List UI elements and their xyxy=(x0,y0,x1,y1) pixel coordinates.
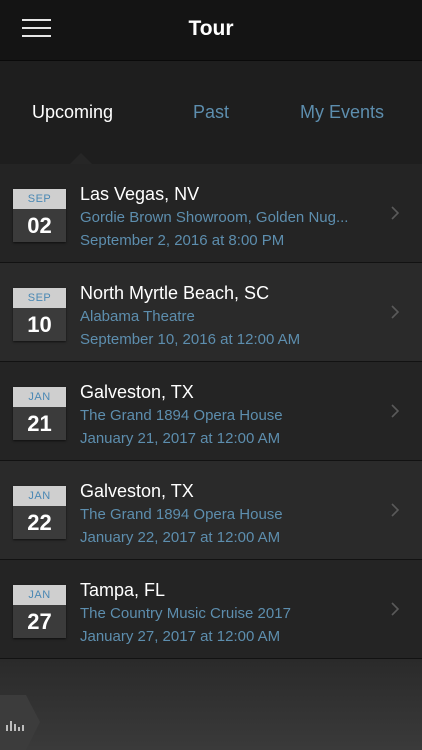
chevron-right-icon xyxy=(391,503,400,517)
equalizer-icon[interactable] xyxy=(0,695,40,750)
date-day: 21 xyxy=(13,407,66,440)
date-day: 10 xyxy=(13,308,66,341)
date-month: JAN xyxy=(13,387,66,407)
event-venue: The Grand 1894 Opera House xyxy=(80,407,283,424)
event-datetime: September 10, 2016 at 12:00 AM xyxy=(80,331,301,348)
event-datetime: January 22, 2017 at 12:00 AM xyxy=(80,529,281,546)
date-month: SEP xyxy=(13,288,66,308)
list-item[interactable]: SEP 10 North Myrtle Beach, SC Alabama Th… xyxy=(0,263,422,362)
tab-my-events[interactable]: My Events xyxy=(300,102,384,123)
date-badge: JAN 22 xyxy=(13,486,66,539)
date-day: 22 xyxy=(13,506,66,539)
date-month: JAN xyxy=(13,486,66,506)
event-city: Galveston, TX xyxy=(80,382,194,402)
chevron-right-icon xyxy=(391,602,400,616)
tab-upcoming[interactable]: Upcoming xyxy=(32,102,113,123)
date-month: SEP xyxy=(13,189,66,209)
page-title: Tour xyxy=(188,17,234,40)
event-venue: The Grand 1894 Opera House xyxy=(80,506,283,523)
list-item[interactable]: JAN 22 Galveston, TX The Grand 1894 Oper… xyxy=(0,461,422,560)
background-artwork xyxy=(0,659,422,750)
event-venue: Gordie Brown Showroom, Golden Nug... xyxy=(80,209,349,226)
event-datetime: January 27, 2017 at 12:00 AM xyxy=(80,628,281,645)
chevron-right-icon xyxy=(391,305,400,319)
chevron-right-icon xyxy=(391,404,400,418)
date-month: JAN xyxy=(13,585,66,605)
list-item[interactable]: JAN 21 Galveston, TX The Grand 1894 Oper… xyxy=(0,362,422,461)
event-venue: The Country Music Cruise 2017 xyxy=(80,605,291,622)
event-venue: Alabama Theatre xyxy=(80,308,195,325)
date-badge: JAN 21 xyxy=(13,387,66,440)
list-item[interactable]: JAN 27 Tampa, FL The Country Music Cruis… xyxy=(0,560,422,659)
date-day: 02 xyxy=(13,209,66,242)
active-tab-indicator xyxy=(70,153,92,164)
date-badge: SEP 02 xyxy=(13,189,66,242)
event-list: SEP 02 Las Vegas, NV Gordie Brown Showro… xyxy=(0,164,422,659)
chevron-right-icon xyxy=(391,206,400,220)
event-datetime: September 2, 2016 at 8:00 PM xyxy=(80,232,285,249)
list-item[interactable]: SEP 02 Las Vegas, NV Gordie Brown Showro… xyxy=(0,164,422,263)
event-city: North Myrtle Beach, SC xyxy=(80,283,270,303)
tab-past[interactable]: Past xyxy=(193,102,229,123)
app-header: Tour xyxy=(0,0,422,61)
event-datetime: January 21, 2017 at 12:00 AM xyxy=(80,430,281,447)
date-badge: SEP 10 xyxy=(13,288,66,341)
date-badge: JAN 27 xyxy=(13,585,66,638)
event-city: Tampa, FL xyxy=(80,580,166,600)
event-city: Las Vegas, NV xyxy=(80,184,200,204)
date-day: 27 xyxy=(13,605,66,638)
event-city: Galveston, TX xyxy=(80,481,194,501)
segment-tabs: Upcoming Past My Events xyxy=(0,61,422,164)
